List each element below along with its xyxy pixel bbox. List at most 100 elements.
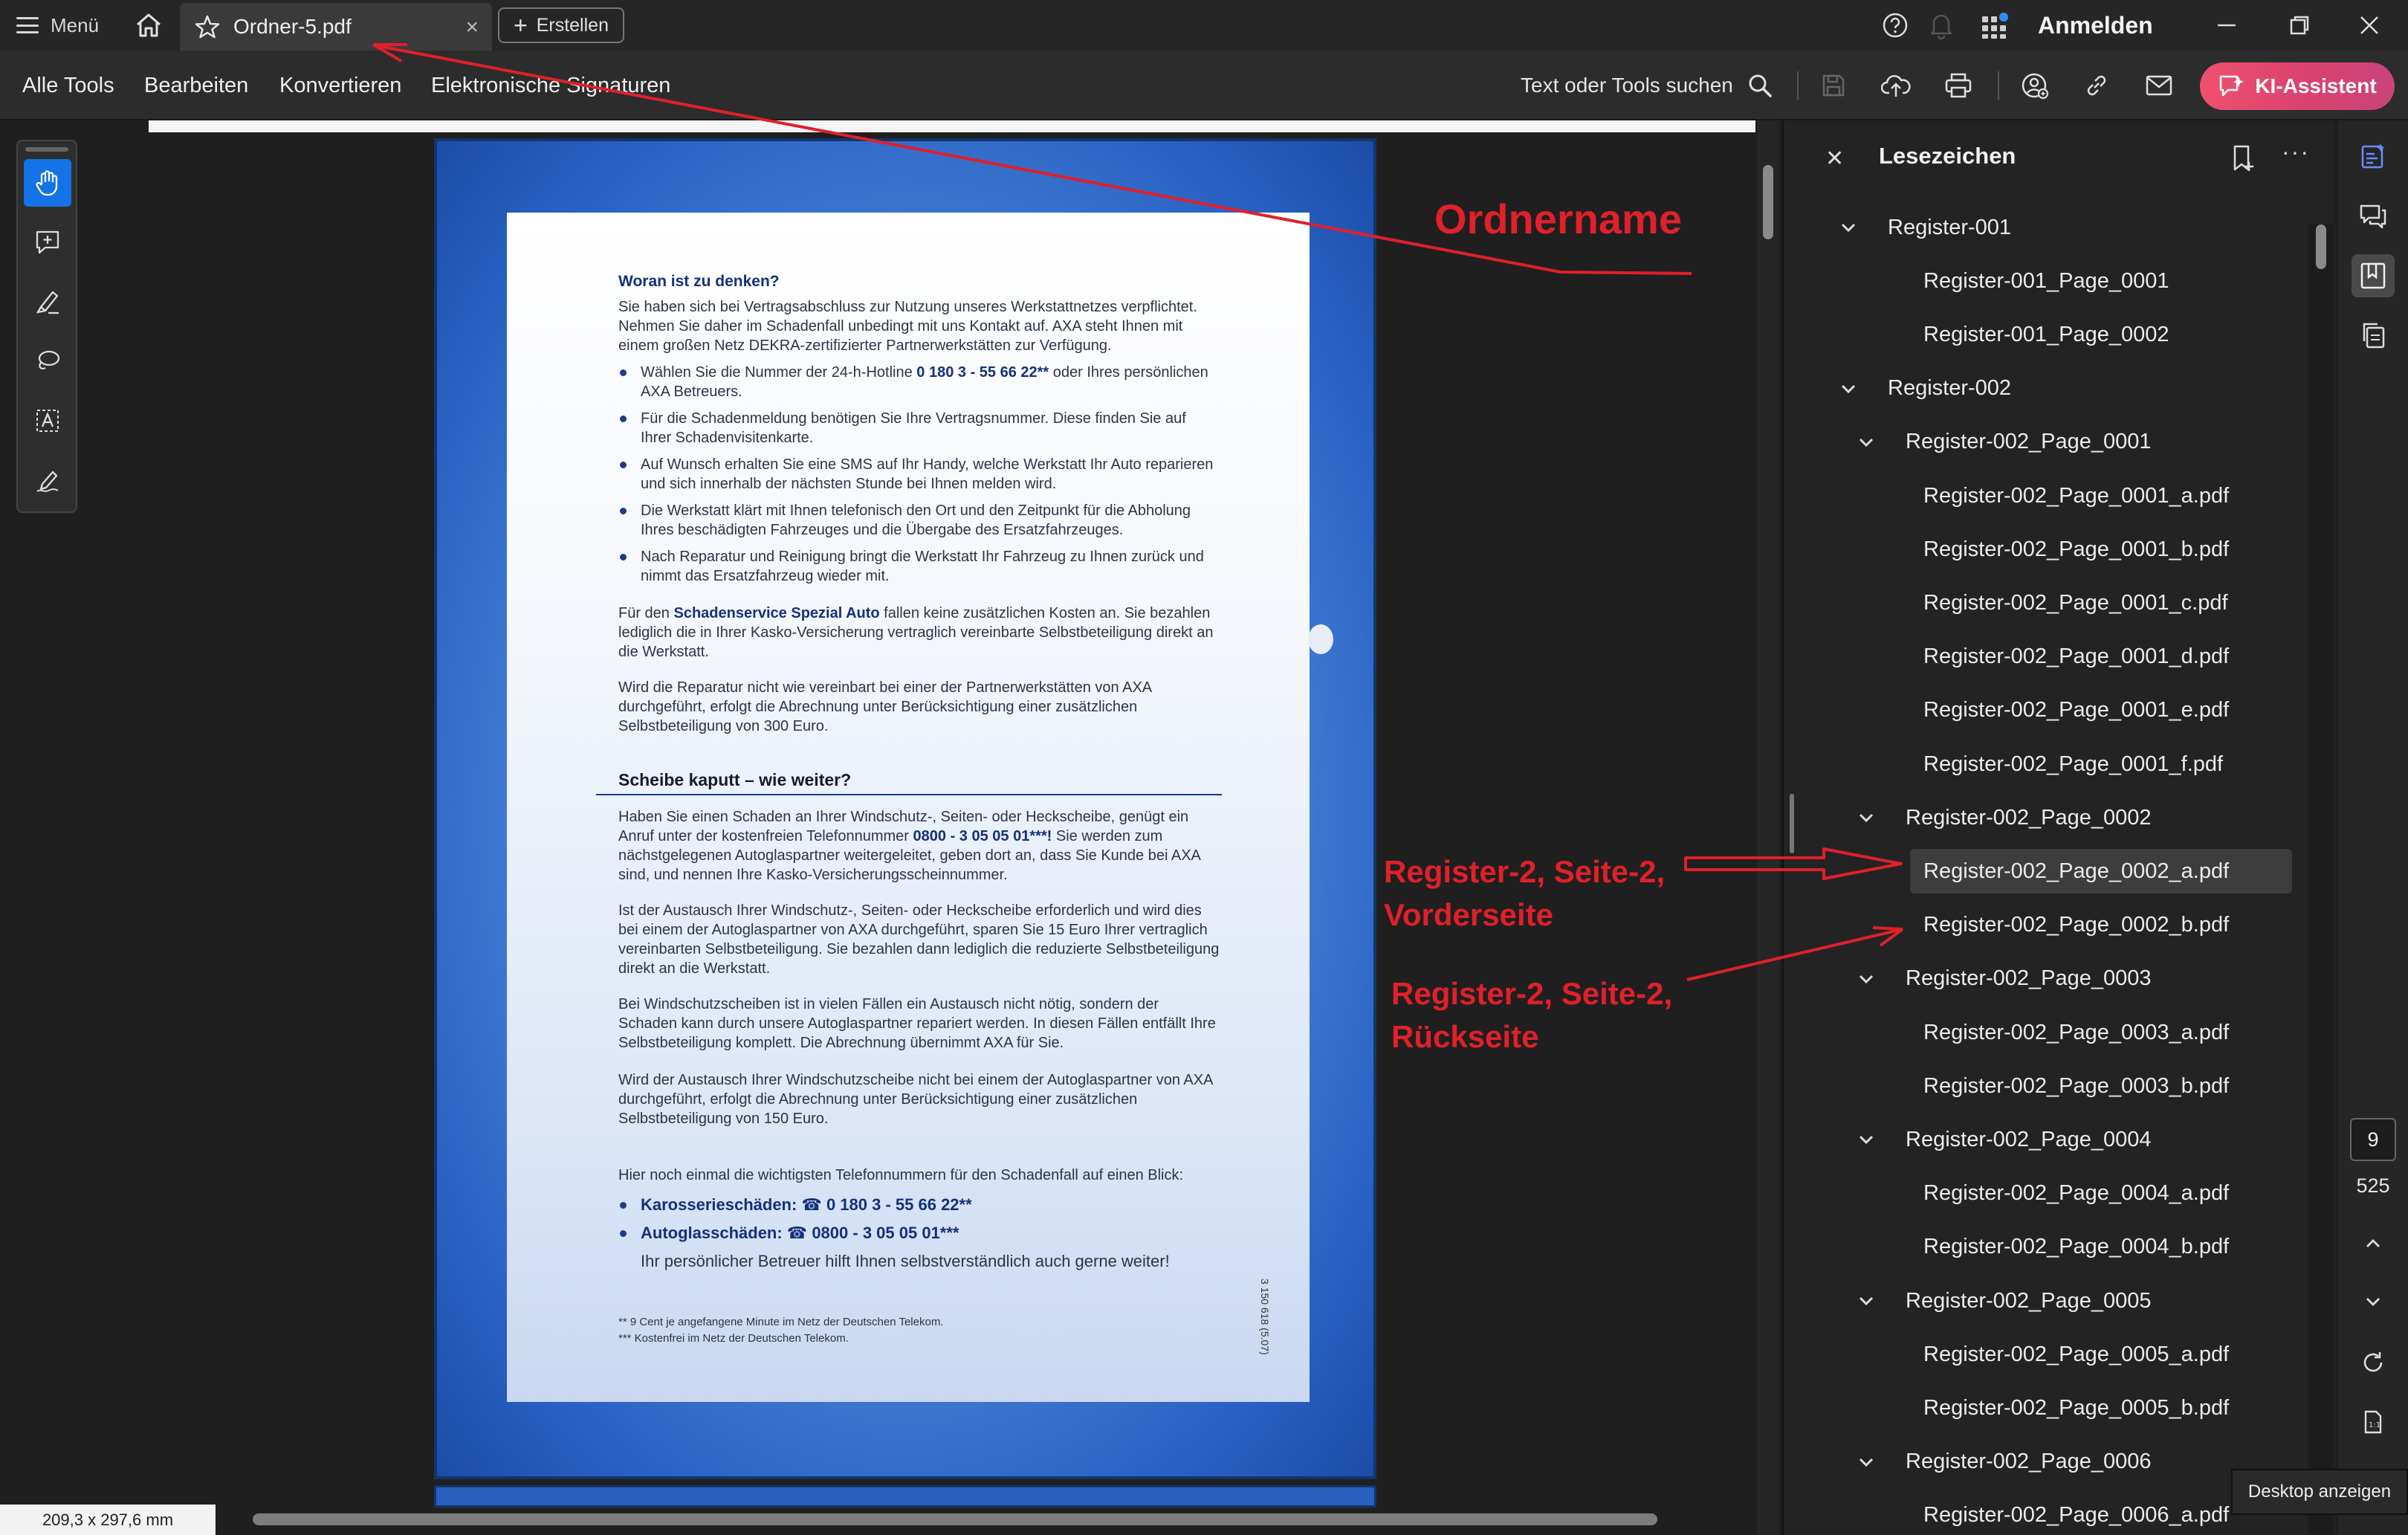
show-desktop-tooltip: Desktop anzeigen: [2231, 1469, 2408, 1515]
bookmark-item[interactable]: Register-002_Page_0001: [1906, 420, 2152, 465]
chevron-down-icon[interactable]: [1855, 431, 1877, 453]
close-tab-icon[interactable]: ×: [465, 15, 479, 40]
hand-tool-button[interactable]: [24, 159, 71, 207]
print-button[interactable]: [1941, 68, 1975, 103]
bookmark-item[interactable]: Register-002_Page_0001_b.pdf: [1923, 527, 2229, 572]
bookmark-item[interactable]: Register-002_Page_0001_e.pdf: [1923, 688, 2229, 733]
main-toolbar: Alle Tools Bearbeiten Konvertieren Elekt…: [0, 51, 2408, 120]
save-button[interactable]: [1816, 68, 1851, 103]
panel-resize-handle[interactable]: [1790, 794, 1794, 853]
draw-tool-button[interactable]: [24, 337, 71, 385]
notification-bell-icon[interactable]: [1928, 10, 1955, 40]
bookmarks-rail-button[interactable]: [2352, 254, 2395, 297]
bookmark-label: Register-001: [1888, 215, 2012, 239]
comments-rail-button[interactable]: [2352, 195, 2395, 238]
bookmark-item[interactable]: Register-001_Page_0001: [1923, 259, 2169, 303]
bookmark-label: Register-002_Page_0001_c.pdf: [1923, 590, 2228, 615]
document-vertical-scrollbar[interactable]: [1757, 120, 1779, 1535]
rotate-view-button[interactable]: [2352, 1341, 2395, 1384]
search-tools-label: Text oder Tools suchen: [1521, 74, 1733, 97]
paragraph: Haben Sie einen Schaden an Ihrer Windsch…: [618, 807, 1220, 885]
tab-document[interactable]: Ordner-5.pdf ×: [180, 3, 492, 51]
bookmark-item[interactable]: Register-002_Page_0003: [1906, 957, 2152, 1001]
palette-grip[interactable]: [25, 147, 68, 152]
bookmark-item[interactable]: Register-002_Page_0006: [1906, 1440, 2152, 1484]
current-page-input[interactable]: 9: [2350, 1118, 2396, 1161]
share-user-button[interactable]: [2017, 68, 2051, 103]
ai-assistant-icon: [2220, 75, 2244, 97]
chevron-down-icon[interactable]: [1855, 1451, 1877, 1473]
page-dimensions: 209,3 x 297,6 mm: [0, 1505, 216, 1535]
scrollbar-thumb[interactable]: [2316, 224, 2326, 269]
bookmark-item[interactable]: Register-001: [1888, 205, 2011, 250]
bookmark-label: Register-002_Page_0001_a.pdf: [1923, 483, 2230, 508]
bookmark-item[interactable]: Register-002_Page_0005: [1906, 1279, 2152, 1323]
close-window-button[interactable]: [2347, 0, 2392, 51]
upload-cloud-button[interactable]: [1879, 68, 1913, 103]
next-page-button[interactable]: [2352, 1280, 2395, 1323]
bookmark-item[interactable]: Register-002_Page_0001_d.pdf: [1923, 635, 2229, 679]
bookmark-item[interactable]: Register-002_Page_0006_a.pdf: [1923, 1493, 2229, 1535]
bookmark-label: Register-002_Page_0005_b.pdf: [1923, 1395, 2230, 1420]
fit-page-button[interactable]: 1:1: [2352, 1400, 2395, 1444]
create-button[interactable]: + Erstellen: [498, 7, 624, 43]
minimize-window-button[interactable]: [2204, 0, 2249, 51]
chevron-down-icon[interactable]: [1837, 216, 1860, 239]
list-item: Nach Reparatur und Reinigung bringt die …: [618, 547, 1220, 586]
chevron-down-icon[interactable]: [1837, 378, 1860, 400]
menu-convert[interactable]: Konvertieren: [279, 51, 401, 120]
chevron-down-icon[interactable]: [1855, 1290, 1877, 1312]
bookmark-item[interactable]: Register-002_Page_0004: [1906, 1117, 2152, 1162]
close-panel-icon[interactable]: ✕: [1825, 146, 1844, 172]
email-button[interactable]: [2142, 68, 2176, 103]
bookmark-item[interactable]: Register-002_Page_0005_a.pdf: [1923, 1332, 2229, 1377]
bookmark-item[interactable]: Register-002_Page_0002_a.pdf: [1910, 849, 2292, 894]
previous-page-button[interactable]: [2352, 1222, 2395, 1265]
panel-scrollbar[interactable]: [2308, 224, 2334, 1535]
menu-all-tools[interactable]: Alle Tools: [22, 51, 114, 120]
restore-window-button[interactable]: [2277, 0, 2322, 51]
sign-in-button[interactable]: Anmelden: [2038, 0, 2153, 51]
sign-tool-button[interactable]: [24, 456, 71, 504]
bookmark-item[interactable]: Register-002_Page_0001_c.pdf: [1923, 581, 2228, 625]
search-tools-button[interactable]: Text oder Tools suchen: [1521, 67, 1773, 104]
bookmark-item[interactable]: Register-002_Page_0005_b.pdf: [1923, 1386, 2229, 1430]
menu-button[interactable]: Menü: [16, 0, 99, 51]
home-button[interactable]: [132, 10, 165, 40]
ai-assistant-button[interactable]: KI-Assistent: [2200, 62, 2395, 110]
bookmark-item[interactable]: Register-002_Page_0001_f.pdf: [1923, 742, 2223, 786]
bookmark-item[interactable]: Register-002_Page_0004_a.pdf: [1923, 1172, 2229, 1216]
document-page[interactable]: Woran ist zu denken? Sie haben sich bei …: [434, 138, 1376, 1479]
menu-e-signatures[interactable]: Elektronische Signaturen: [431, 51, 670, 120]
menu-edit[interactable]: Bearbeiten: [144, 51, 248, 120]
bookmarks-panel: ✕ Lesezeichen ··· Register-001 Register-0…: [1782, 120, 2335, 1535]
star-icon[interactable]: [195, 14, 220, 39]
list-item: Wählen Sie die Nummer der 24-h-Hotline 0…: [618, 363, 1220, 401]
ai-summary-rail-button[interactable]: [2352, 135, 2395, 178]
bookmark-item[interactable]: Register-002: [1888, 366, 2011, 411]
document-sheet: Woran ist zu denken? Sie haben sich bei …: [507, 213, 1310, 1402]
more-options-icon[interactable]: ···: [2282, 138, 2310, 166]
chevron-down-icon[interactable]: [1855, 968, 1877, 990]
scrollbar-thumb[interactable]: [1763, 165, 1773, 239]
copy-link-button[interactable]: [2080, 68, 2114, 103]
add-bookmark-icon[interactable]: [2228, 143, 2258, 174]
bookmark-item[interactable]: Register-002_Page_0002: [1906, 795, 2152, 840]
pages-rail-button[interactable]: [2352, 314, 2395, 357]
highlight-tool-button[interactable]: [24, 278, 71, 326]
footnote: *** Kostenfrei im Netz der Deutschen Tel…: [618, 1332, 849, 1345]
help-icon[interactable]: [1882, 12, 1909, 39]
bookmark-item[interactable]: Register-001_Page_0002: [1923, 312, 2169, 357]
chevron-down-icon[interactable]: [1855, 1128, 1877, 1151]
bookmark-item[interactable]: Register-002_Page_0002_b.pdf: [1923, 903, 2229, 948]
chevron-down-icon[interactable]: [1855, 807, 1877, 829]
apps-grid-icon[interactable]: [1980, 10, 2010, 40]
text-select-tool-button[interactable]: [24, 397, 71, 445]
document-horizontal-scrollbar[interactable]: [253, 1513, 1657, 1525]
next-page-edge: [434, 1485, 1376, 1507]
bookmark-item[interactable]: Register-002_Page_0004_b.pdf: [1923, 1225, 2229, 1270]
bookmark-item[interactable]: Register-002_Page_0001_a.pdf: [1923, 474, 2229, 518]
add-comment-tool-button[interactable]: [24, 219, 71, 266]
bookmark-item[interactable]: Register-002_Page_0003_a.pdf: [1923, 1010, 2229, 1055]
bookmark-item[interactable]: Register-002_Page_0003_b.pdf: [1923, 1064, 2229, 1108]
